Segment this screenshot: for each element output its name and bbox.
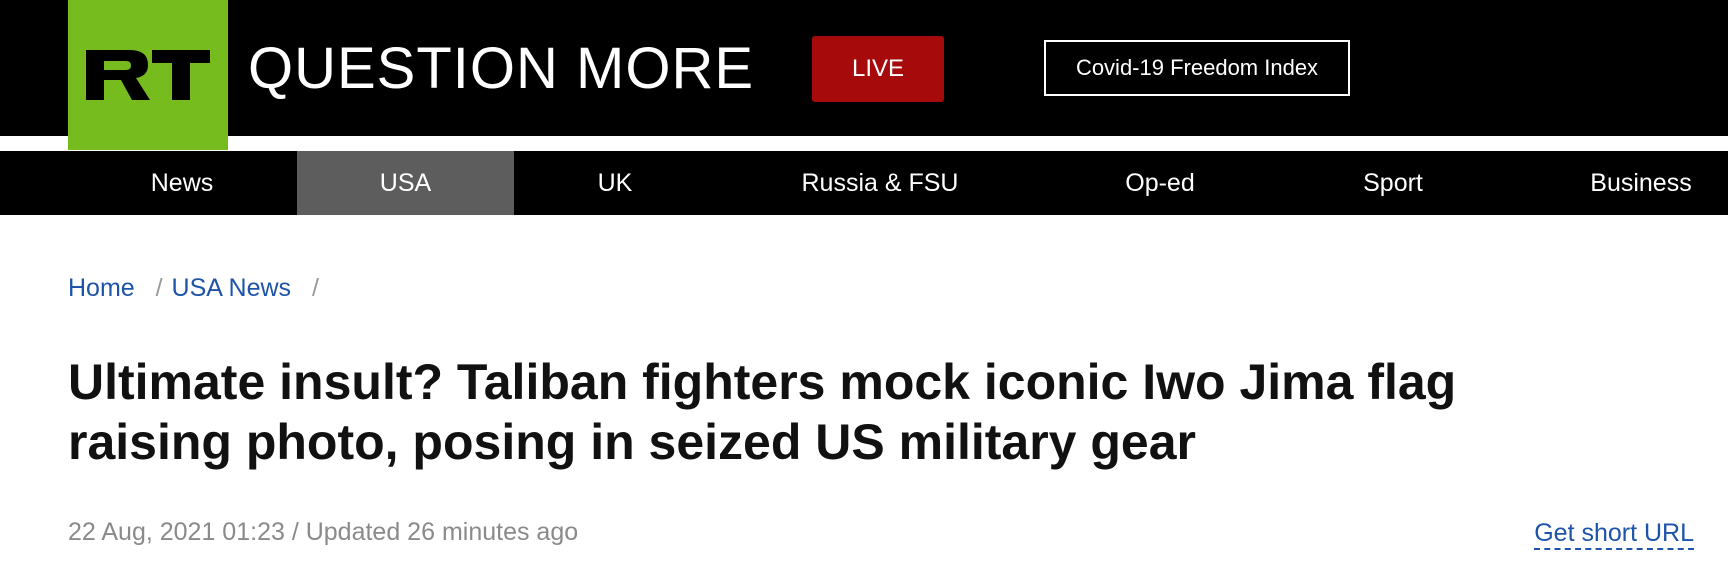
site-header: QUESTION MORE LIVE Covid-19 Freedom Inde… <box>0 0 1728 150</box>
nav-item-news[interactable]: News <box>100 151 264 215</box>
get-short-url-link[interactable]: Get short URL <box>1534 518 1694 550</box>
nav-item-russia-fsu[interactable]: Russia & FSU <box>770 151 990 215</box>
main-nav: News USA UK Russia & FSU Op-ed Sport Bus… <box>0 151 1728 215</box>
breadcrumb: Home / USA News / <box>68 274 319 303</box>
live-button[interactable]: LIVE <box>812 36 944 102</box>
article-date: 22 Aug, 2021 01:23 <box>68 518 285 546</box>
rt-logo-icon <box>86 50 210 100</box>
breadcrumb-home-link[interactable]: Home <box>68 274 135 302</box>
article-updated: / Updated 26 minutes ago <box>291 518 579 546</box>
nav-item-op-ed[interactable]: Op-ed <box>1080 151 1240 215</box>
covid-freedom-index-button[interactable]: Covid-19 Freedom Index <box>1044 40 1350 96</box>
nav-item-usa[interactable]: USA <box>297 151 514 215</box>
article-meta: 22 Aug, 2021 01:23 / Updated 26 minutes … <box>68 518 578 547</box>
breadcrumb-usa-news-link[interactable]: USA News <box>172 274 291 302</box>
site-tagline: QUESTION MORE <box>248 36 755 101</box>
breadcrumb-separator: / <box>311 274 319 302</box>
rt-logo[interactable] <box>68 0 228 150</box>
nav-item-business[interactable]: Business <box>1560 151 1722 215</box>
nav-item-uk[interactable]: UK <box>540 151 690 215</box>
nav-item-sport[interactable]: Sport <box>1320 151 1466 215</box>
breadcrumb-separator: / <box>155 274 163 302</box>
article-headline: Ultimate insult? Taliban fighters mock i… <box>68 354 1457 470</box>
